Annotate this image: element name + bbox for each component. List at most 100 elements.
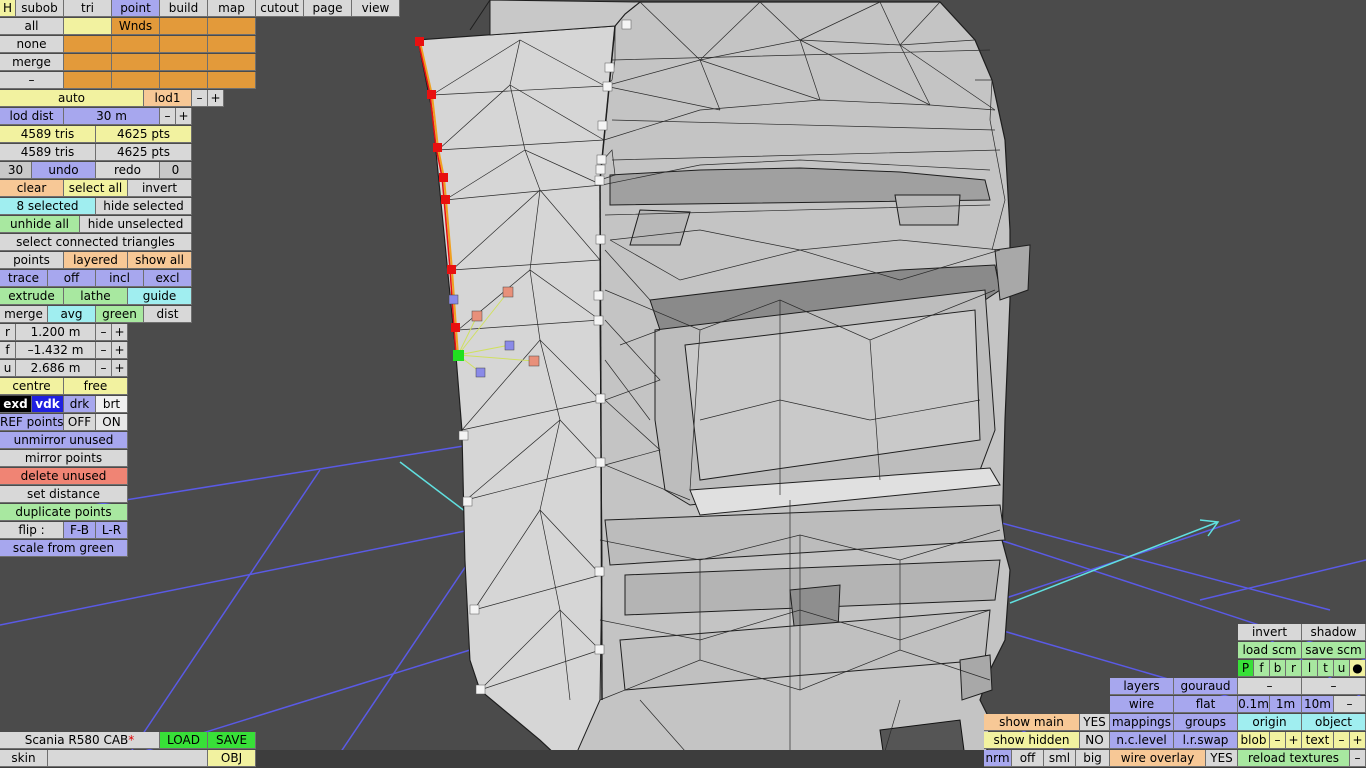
load-scm-button[interactable]: load scm	[1238, 642, 1302, 659]
wire-overlay-value[interactable]: YES	[1206, 750, 1238, 767]
view-b-button[interactable]: b	[1270, 660, 1286, 677]
r-plus[interactable]: +	[112, 324, 128, 341]
group-cell[interactable]	[64, 54, 112, 71]
brt-button[interactable]: brt	[96, 396, 128, 413]
show-hidden-value[interactable]: NO	[1080, 732, 1110, 749]
wire-overlay-button[interactable]: wire overlay	[1110, 750, 1206, 767]
map-tab[interactable]: map	[208, 0, 256, 17]
group-cell[interactable]	[64, 72, 112, 89]
mappings-button[interactable]: mappings	[1110, 714, 1174, 731]
group-cell[interactable]	[208, 72, 256, 89]
points-mode-button[interactable]: points	[0, 252, 64, 269]
tri-tab[interactable]: tri	[64, 0, 112, 17]
text-plus[interactable]: +	[1350, 732, 1366, 749]
view-u-button[interactable]: u	[1334, 660, 1350, 677]
group-cell[interactable]	[112, 72, 160, 89]
gouraud-button[interactable]: gouraud	[1174, 678, 1238, 695]
trace-off-button[interactable]: off	[48, 270, 96, 287]
h-button[interactable]: H	[0, 0, 16, 17]
r-value[interactable]: 1.200 m	[16, 324, 96, 341]
reload-textures-button[interactable]: reload textures	[1238, 750, 1350, 767]
flip-fb-button[interactable]: F-B	[64, 522, 96, 539]
ref-points-label[interactable]: REF points	[0, 414, 64, 431]
ref-off-button[interactable]: OFF	[64, 414, 96, 431]
point-tab[interactable]: point	[112, 0, 160, 17]
f-minus[interactable]: –	[96, 342, 112, 359]
group-cell[interactable]	[112, 54, 160, 71]
layered-button[interactable]: layered	[64, 252, 128, 269]
blob-button[interactable]: blob	[1238, 732, 1270, 749]
r-minus[interactable]: –	[96, 324, 112, 341]
group-cell[interactable]	[208, 18, 256, 35]
mirror-points-button[interactable]: mirror points	[0, 450, 128, 467]
invert-view-button[interactable]: invert	[1238, 624, 1302, 641]
skin-button[interactable]: skin	[0, 750, 48, 767]
off-button[interactable]: off	[1012, 750, 1044, 767]
merge-points-button[interactable]: merge	[0, 306, 48, 323]
dist-button[interactable]: dist	[144, 306, 192, 323]
exd-button[interactable]: exd	[0, 396, 32, 413]
skin-field[interactable]	[48, 750, 208, 767]
view-t-button[interactable]: t	[1318, 660, 1334, 677]
duplicate-points-button[interactable]: duplicate points	[0, 504, 128, 521]
merge-groups-button[interactable]: merge	[0, 54, 64, 71]
wire-button[interactable]: wire	[1110, 696, 1174, 713]
delete-unused-button[interactable]: delete unused	[0, 468, 128, 485]
reload-dash[interactable]: –	[1350, 750, 1366, 767]
unmirror-unused-button[interactable]: unmirror unused	[0, 432, 128, 449]
origin-button[interactable]: origin	[1238, 714, 1302, 731]
build-tab[interactable]: build	[160, 0, 208, 17]
select-all-button[interactable]: all	[0, 18, 64, 35]
subob-tab[interactable]: subob	[16, 0, 64, 17]
group-cell[interactable]	[64, 36, 112, 53]
lod-plus-button[interactable]: +	[208, 90, 224, 107]
dash-button[interactable]: –	[0, 72, 64, 89]
group-cell[interactable]	[160, 36, 208, 53]
drk-button[interactable]: drk	[64, 396, 96, 413]
sml-button[interactable]: sml	[1044, 750, 1076, 767]
extrude-button[interactable]: extrude	[0, 288, 64, 305]
select-none-button[interactable]: none	[0, 36, 64, 53]
lathe-button[interactable]: lathe	[64, 288, 128, 305]
hide-selected-button[interactable]: hide selected	[96, 198, 192, 215]
unhide-all-button[interactable]: unhide all	[0, 216, 80, 233]
text-button[interactable]: text	[1302, 732, 1334, 749]
flat-button[interactable]: flat	[1174, 696, 1238, 713]
scale-from-green-button[interactable]: scale from green	[0, 540, 128, 557]
group-cell[interactable]	[208, 36, 256, 53]
grid-dash-button[interactable]: –	[1334, 696, 1366, 713]
nrm-button[interactable]: nrm	[984, 750, 1012, 767]
select-connected-button[interactable]: select connected triangles	[0, 234, 192, 251]
show-main-value[interactable]: YES	[1080, 714, 1110, 731]
u-minus[interactable]: –	[96, 360, 112, 377]
trace-button[interactable]: trace	[0, 270, 48, 287]
clear-button[interactable]: clear	[0, 180, 64, 197]
invert-selection-button[interactable]: invert	[128, 180, 192, 197]
group-cell[interactable]	[160, 54, 208, 71]
vdk-button[interactable]: vdk	[32, 396, 64, 413]
load-button[interactable]: LOAD	[160, 732, 208, 749]
group-cell[interactable]	[112, 36, 160, 53]
obj-button[interactable]: OBJ	[208, 750, 256, 767]
groups-button[interactable]: groups	[1174, 714, 1238, 731]
group-cell[interactable]	[208, 54, 256, 71]
ref-on-button[interactable]: ON	[96, 414, 128, 431]
save-scm-button[interactable]: save scm	[1302, 642, 1366, 659]
avg-button[interactable]: avg	[48, 306, 96, 323]
view-tab[interactable]: view	[352, 0, 400, 17]
blob-plus[interactable]: +	[1286, 732, 1302, 749]
f-value[interactable]: –1.432 m	[16, 342, 96, 359]
set-distance-button[interactable]: set distance	[0, 486, 128, 503]
group-cell[interactable]	[160, 72, 208, 89]
guide-button[interactable]: guide	[128, 288, 192, 305]
page-tab[interactable]: page	[304, 0, 352, 17]
view-r-button[interactable]: r	[1286, 660, 1302, 677]
lod-dist-plus[interactable]: +	[176, 108, 192, 125]
layers-button[interactable]: layers	[1110, 678, 1174, 695]
green-button[interactable]: green	[96, 306, 144, 323]
show-all-button[interactable]: show all	[128, 252, 192, 269]
grid-10m-button[interactable]: 10m	[1302, 696, 1334, 713]
lod-dist-value[interactable]: 30 m	[64, 108, 160, 125]
free-button[interactable]: free	[64, 378, 128, 395]
u-plus[interactable]: +	[112, 360, 128, 377]
